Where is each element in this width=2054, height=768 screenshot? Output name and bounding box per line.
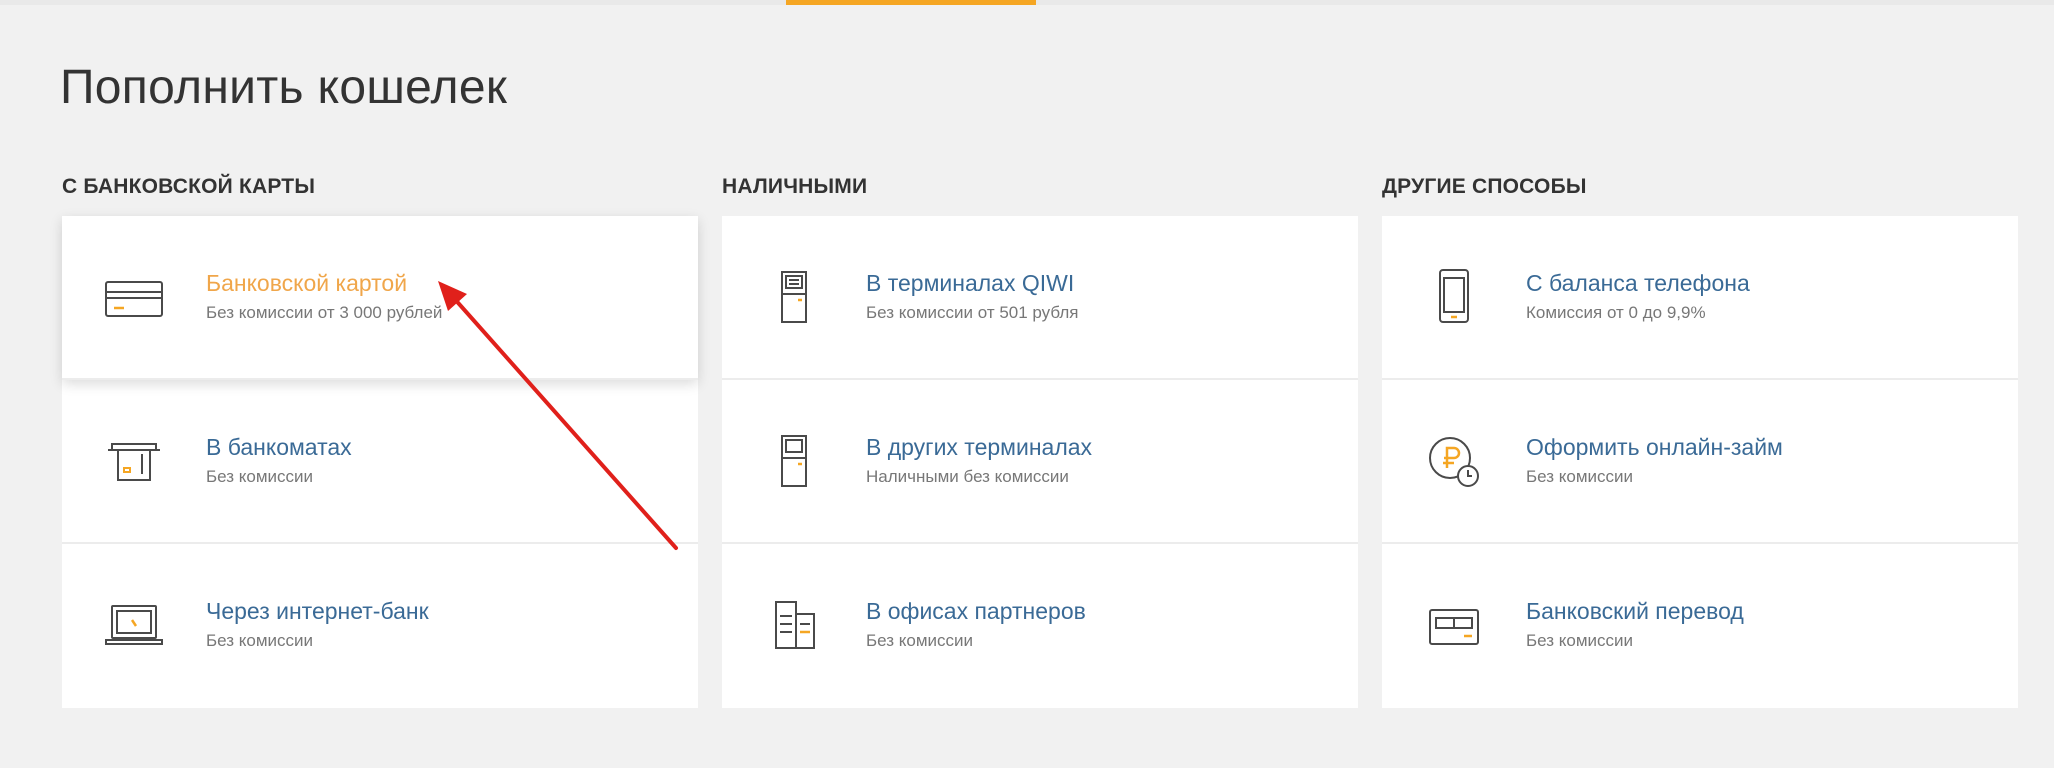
option-title: В банкоматах — [206, 434, 352, 460]
option-subtitle: Без комиссии — [866, 631, 974, 650]
option-online-loan[interactable]: Оформить онлайн-займ Без комиссии — [1382, 380, 2018, 544]
section-bank-card: С БАНКОВСКОЙ КАРТЫ Банковской картой Без… — [62, 172, 698, 708]
payment-options-list: В терминалах QIWI Без комиссии от 501 ру… — [722, 216, 1358, 708]
section-title: С БАНКОВСКОЙ КАРТЫ — [62, 175, 316, 198]
option-title: В терминалах QIWI — [866, 270, 1075, 296]
option-title: Банковский перевод — [1526, 598, 1744, 624]
option-title: Оформить онлайн-займ — [1526, 434, 1783, 460]
atm-icon — [102, 428, 166, 494]
option-title: Банковской картой — [206, 270, 408, 296]
terminal-icon — [762, 428, 826, 494]
ruble-clock-icon — [1422, 428, 1486, 494]
section-cash: НАЛИЧНЫМИ В терминалах QIWI Без комиссии… — [722, 172, 1358, 708]
section-other-methods: ДРУГИЕ СПОСОБЫ С баланса телефона Комисс… — [1382, 172, 2018, 708]
option-subtitle: Без комиссии — [206, 631, 314, 650]
mobile-phone-icon — [1422, 264, 1486, 330]
laptop-icon — [102, 592, 166, 658]
credit-card-icon — [102, 264, 166, 330]
option-subtitle: Без комиссии — [1526, 631, 1634, 650]
option-title: Через интернет-банк — [206, 598, 429, 624]
option-bank-card[interactable]: Банковской картой Без комиссии от 3 000 … — [62, 216, 698, 380]
payment-options-list: Банковской картой Без комиссии от 3 000 … — [62, 216, 698, 708]
option-other-terminals[interactable]: В других терминалах Наличными без комисс… — [722, 380, 1358, 544]
option-internet-bank[interactable]: Через интернет-банк Без комиссии — [62, 544, 698, 708]
option-subtitle: Без комиссии от 501 рубля — [866, 303, 1079, 322]
section-title: ДРУГИЕ СПОСОБЫ — [1382, 175, 1587, 198]
active-tab-indicator — [786, 0, 1036, 5]
option-subtitle: Комиссия от 0 до 9,9% — [1526, 303, 1706, 322]
option-qiwi-terminals[interactable]: В терминалах QIWI Без комиссии от 501 ру… — [722, 216, 1358, 380]
option-title: В офисах партнеров — [866, 598, 1086, 624]
option-phone-balance[interactable]: С баланса телефона Комиссия от 0 до 9,9% — [1382, 216, 2018, 380]
option-subtitle: Без комиссии от 3 000 рублей — [206, 303, 443, 322]
bank-transfer-icon — [1422, 592, 1486, 658]
option-title: В других терминалах — [866, 434, 1093, 460]
section-title: НАЛИЧНЫМИ — [722, 175, 868, 198]
qiwi-terminal-icon — [762, 264, 826, 330]
option-partner-offices[interactable]: В офисах партнеров Без комиссии — [722, 544, 1358, 708]
option-bank-transfer[interactable]: Банковский перевод Без комиссии — [1382, 544, 2018, 708]
option-subtitle: Наличными без комиссии — [866, 467, 1069, 486]
option-atm[interactable]: В банкоматах Без комиссии — [62, 380, 698, 544]
office-building-icon — [762, 592, 826, 658]
option-subtitle: Без комиссии — [206, 467, 314, 486]
option-title: С баланса телефона — [1526, 270, 1750, 296]
option-subtitle: Без комиссии — [1526, 467, 1634, 486]
payment-options-list: С баланса телефона Комиссия от 0 до 9,9%… — [1382, 216, 2018, 708]
page-title: Пополнить кошелек — [60, 61, 508, 114]
